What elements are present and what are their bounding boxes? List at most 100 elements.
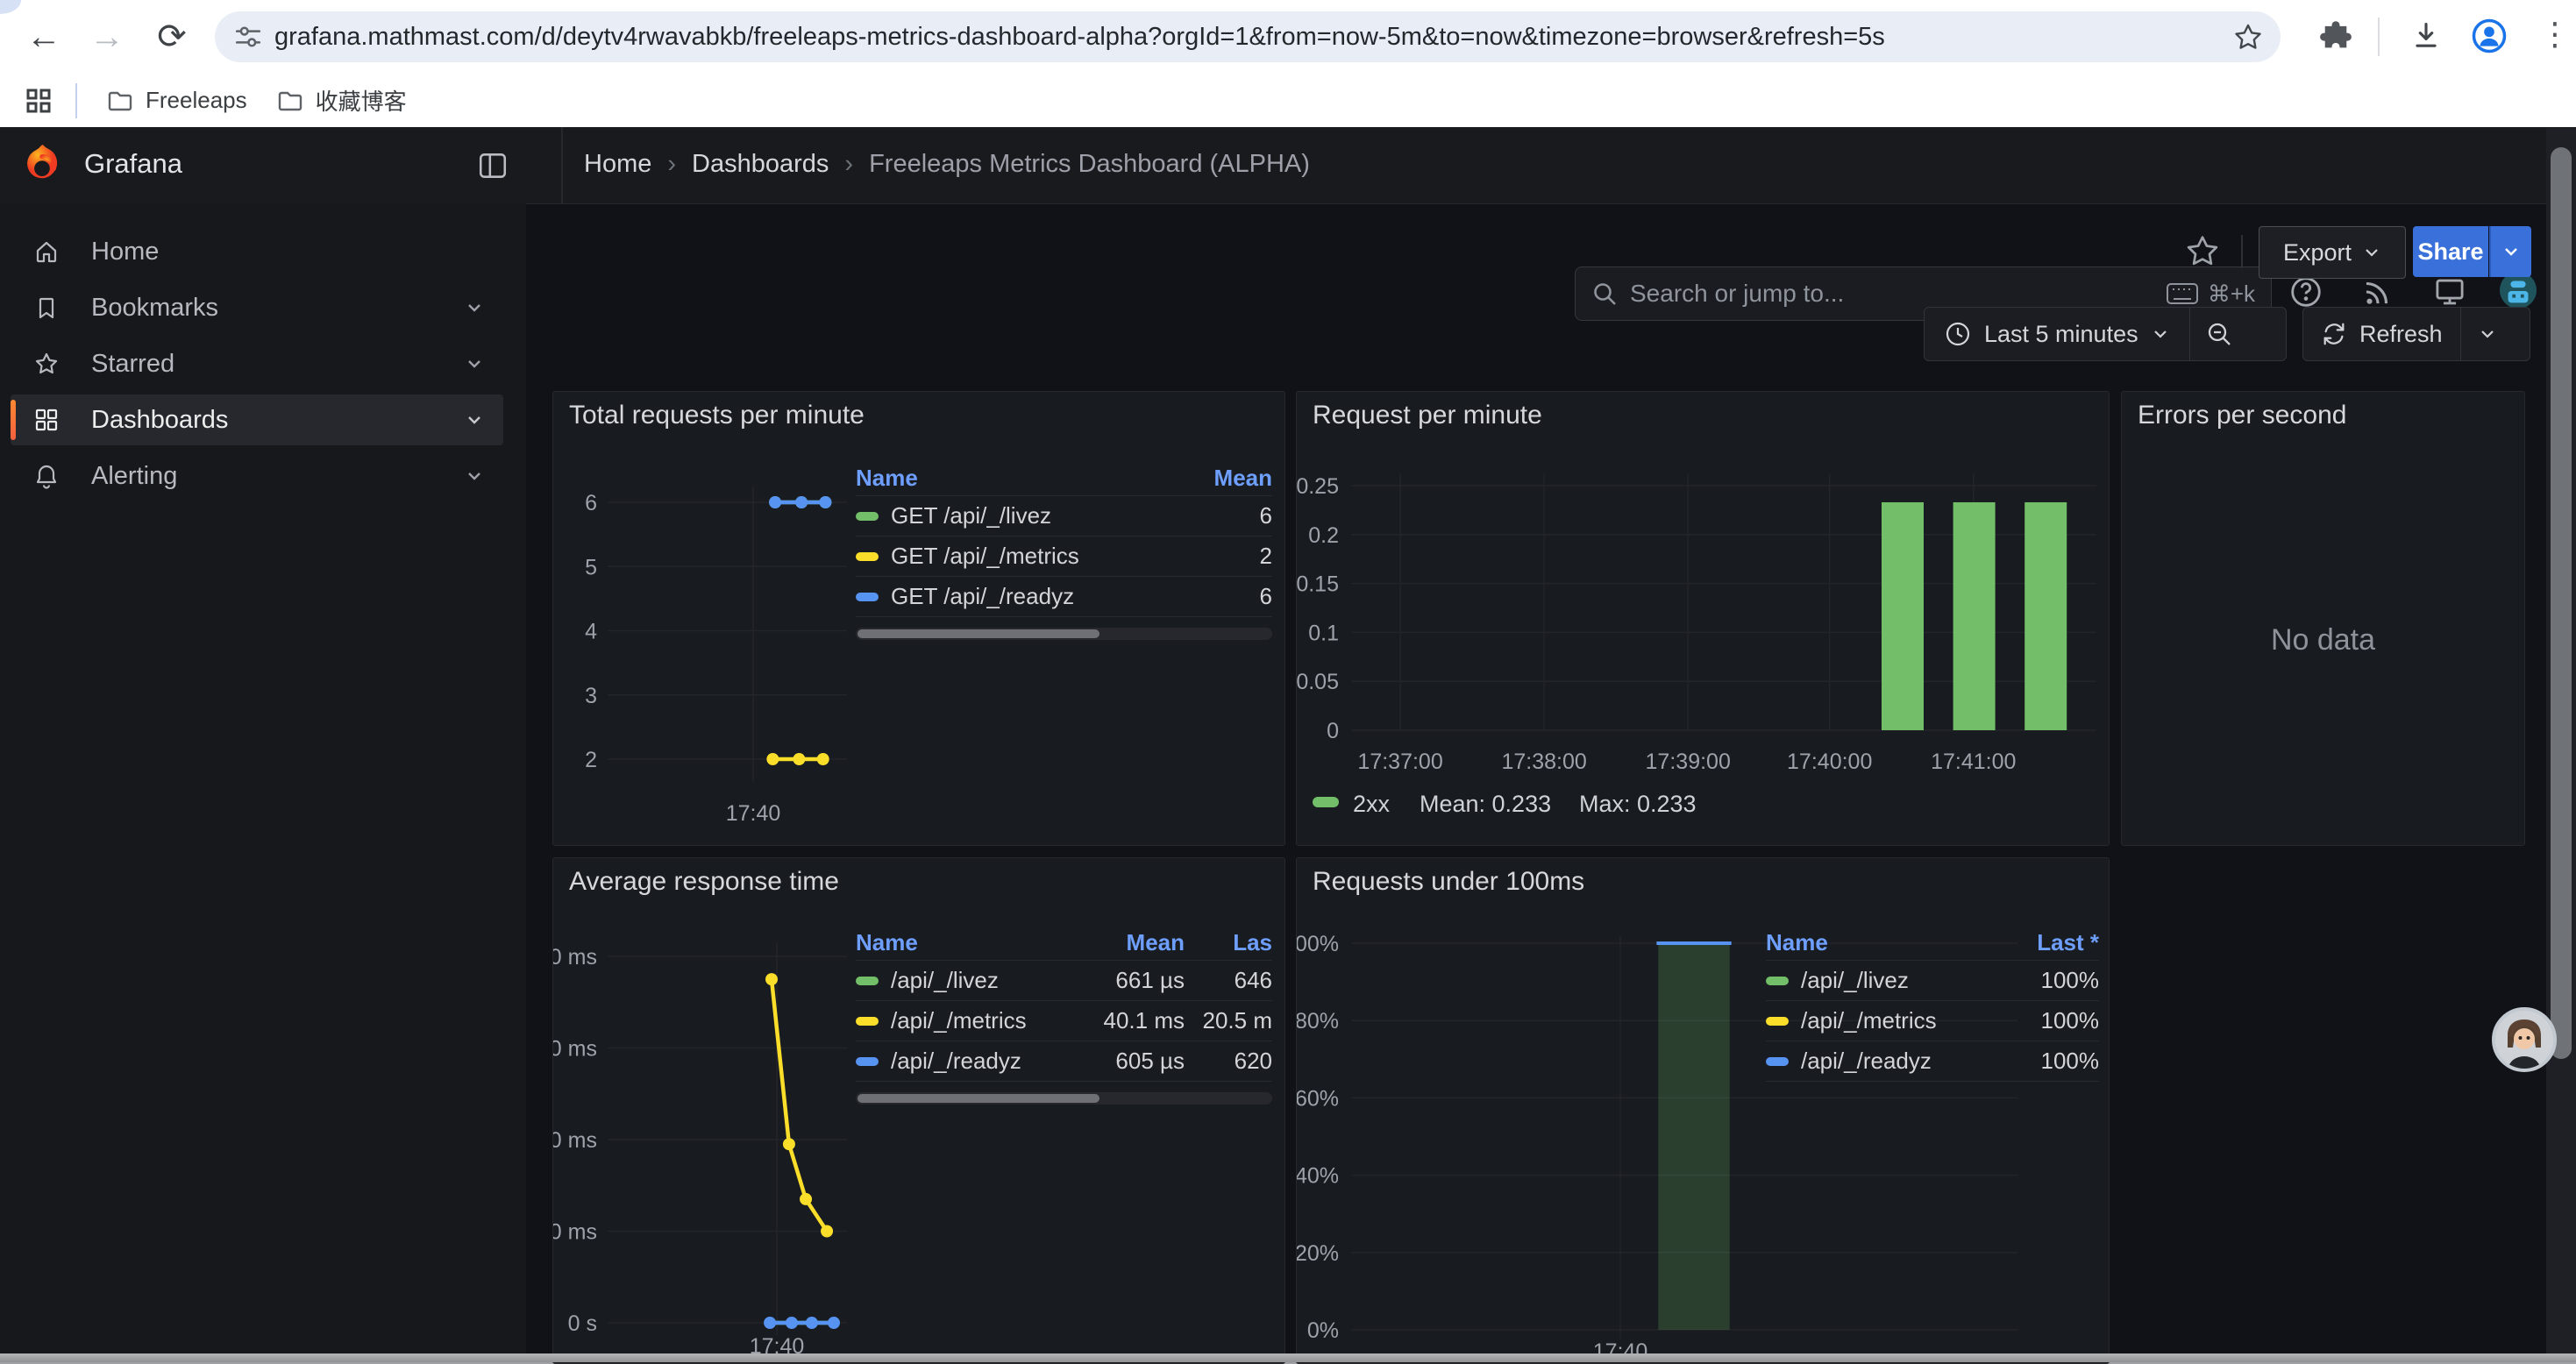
assistant-avatar[interactable] <box>2492 1007 2557 1072</box>
bookmark-star-icon[interactable] <box>2233 22 2263 52</box>
breadcrumb-dashboards[interactable]: Dashboards <box>692 150 829 179</box>
chevron-down-icon[interactable] <box>465 298 484 317</box>
browser-menu-icon[interactable]: ⋮ <box>2539 16 2571 53</box>
legend-column-header[interactable]: Name <box>856 929 1053 956</box>
sidebar-item-home[interactable]: Home <box>11 226 503 277</box>
address-bar[interactable]: grafana.mathmast.com/d/deytv4rwavabkb/fr… <box>215 11 2281 62</box>
url-text[interactable]: grafana.mathmast.com/d/deytv4rwavabkb/fr… <box>274 23 2233 52</box>
svg-text:60 ms: 60 ms <box>553 1037 597 1062</box>
legend-value: 40.1 ms <box>1053 1007 1185 1034</box>
window-bottom-edge <box>0 1353 2576 1362</box>
series-color-swatch <box>856 593 879 601</box>
share-menu-button[interactable] <box>2489 226 2531 277</box>
svg-text:0: 0 <box>1327 719 1339 743</box>
refresh-button[interactable]: Refresh <box>2303 308 2460 360</box>
chevron-down-icon[interactable] <box>465 466 484 486</box>
bookmark-folder-label: Freeleaps <box>146 87 247 114</box>
legend-series-name[interactable]: /api/_/readyz <box>856 1048 1053 1075</box>
chevron-down-icon <box>2362 243 2381 262</box>
legend-scrollbar-thumb[interactable] <box>857 1094 1099 1103</box>
svg-text:2xx: 2xx <box>1353 791 1391 817</box>
time-range-picker[interactable]: Last 5 minutes <box>1925 308 2189 360</box>
favorite-dashboard-star-icon[interactable] <box>2185 233 2220 273</box>
legend-row: /api/_/livez661 µs646 <box>856 961 1272 1001</box>
home-icon <box>33 238 60 265</box>
sidebar-item-dashboards[interactable]: Dashboards <box>11 394 503 445</box>
browser-back-button[interactable]: ← <box>19 12 68 61</box>
svg-text:20%: 20% <box>1297 1241 1339 1266</box>
legend-table: NameLast * /api/_/livez100% /api/_/metrics… <box>1766 925 2106 1082</box>
svg-text:17:40: 17:40 <box>726 801 781 826</box>
header-divider <box>561 127 563 203</box>
legend-series-name[interactable]: /api/_/metrics <box>1766 1007 1985 1034</box>
search-placeholder: Search or jump to... <box>1630 280 2166 308</box>
legend-column-header[interactable]: Last * <box>1985 929 2099 956</box>
svg-text:17:40:00: 17:40:00 <box>1787 749 1872 774</box>
legend-series-name[interactable]: GET /api/_/livez <box>856 502 1160 529</box>
extensions-icon[interactable] <box>2319 19 2352 57</box>
profile-avatar-icon[interactable] <box>2471 18 2508 59</box>
legend-column-header[interactable]: Las <box>1185 929 1272 956</box>
sidebar-item-starred[interactable]: Starred <box>11 338 503 389</box>
panel-title[interactable]: Average response time <box>569 867 839 897</box>
browser-reload-button[interactable]: ⟳ <box>147 12 196 61</box>
sidebar-item-alerting[interactable]: Alerting <box>11 451 503 501</box>
sidebar-item-bookmarks[interactable]: Bookmarks <box>11 282 503 333</box>
breadcrumb-separator: › <box>844 150 853 179</box>
brand-name[interactable]: Grafana <box>84 148 182 180</box>
browser-forward-button[interactable]: → <box>82 12 132 61</box>
svg-text:40%: 40% <box>1297 1164 1339 1189</box>
panel-title[interactable]: Total requests per minute <box>569 401 865 430</box>
legend-column-header[interactable]: Mean <box>1160 465 1272 492</box>
breadcrumb-home[interactable]: Home <box>584 150 651 179</box>
chevron-down-icon[interactable] <box>465 410 484 430</box>
keyboard-icon <box>2166 281 2199 306</box>
page-scrollbar[interactable] <box>2546 128 2576 1353</box>
downloads-icon[interactable] <box>2409 19 2443 57</box>
legend-value: 605 µs <box>1053 1048 1185 1075</box>
legend-series-name[interactable]: GET /api/_/metrics <box>856 543 1160 570</box>
legend-column-header[interactable]: Name <box>856 465 1160 492</box>
panel-title[interactable]: Errors per second <box>2138 401 2346 430</box>
series-color-swatch <box>856 1017 879 1026</box>
series-color-swatch <box>856 512 879 521</box>
site-settings-icon[interactable] <box>234 23 262 51</box>
legend-column-header[interactable]: Mean <box>1053 929 1185 956</box>
svg-text:60%: 60% <box>1297 1086 1339 1111</box>
share-button[interactable]: Share <box>2413 226 2488 277</box>
toolbar-divider <box>2378 18 2380 56</box>
legend-scrollbar[interactable] <box>856 628 1272 640</box>
legend-series-name[interactable]: /api/_/readyz <box>1766 1048 1985 1075</box>
panel-title[interactable]: Requests under 100ms <box>1313 867 1584 897</box>
zoom-out-button[interactable] <box>2190 308 2248 360</box>
legend-series-name[interactable]: GET /api/_/readyz <box>856 583 1160 610</box>
legend-series-name[interactable]: /api/_/livez <box>856 967 1053 994</box>
chevron-down-icon[interactable] <box>465 354 484 373</box>
legend-table: NameMeanLas/api/_/livez661 µs646/api/_/m… <box>856 925 1272 1105</box>
search-shortcut: ⌘+k <box>2208 281 2255 308</box>
scrollbar-thumb[interactable] <box>2551 147 2572 1059</box>
tv-kiosk-icon[interactable] <box>2430 273 2469 311</box>
legend-row: GET /api/_/metrics2 <box>856 536 1272 577</box>
legend-row: /api/_/livez100% <box>1766 961 2099 1001</box>
breadcrumb-current: Freeleaps Metrics Dashboard (ALPHA) <box>869 150 1310 179</box>
sidebar-toggle-icon[interactable] <box>477 150 509 186</box>
legend-header-row: NameMeanLas <box>856 925 1272 961</box>
legend-column-header[interactable]: Name <box>1766 929 1985 956</box>
apps-grid-icon[interactable] <box>25 87 53 115</box>
bookmark-folder-freeleaps[interactable]: Freeleaps <box>107 87 247 114</box>
grafana-logo[interactable] <box>21 143 65 191</box>
svg-text:0.05: 0.05 <box>1297 670 1339 694</box>
panel-title[interactable]: Request per minute <box>1313 401 1542 430</box>
legend-scrollbar-thumb[interactable] <box>857 629 1099 638</box>
refresh-interval-button[interactable] <box>2461 308 2514 360</box>
svg-text:Mean: 0.233: Mean: 0.233 <box>1420 791 1551 817</box>
legend-series-name[interactable]: /api/_/livez <box>1766 967 1985 994</box>
time-range-group: Last 5 minutes <box>1924 307 2287 361</box>
legend-scrollbar[interactable] <box>856 1092 1272 1105</box>
series-color-swatch <box>856 552 879 561</box>
clock-icon <box>1944 320 1972 348</box>
export-button[interactable]: Export <box>2259 226 2406 279</box>
bookmark-folder-blogs[interactable]: 收藏博客 <box>277 84 407 117</box>
legend-series-name[interactable]: /api/_/metrics <box>856 1007 1053 1034</box>
